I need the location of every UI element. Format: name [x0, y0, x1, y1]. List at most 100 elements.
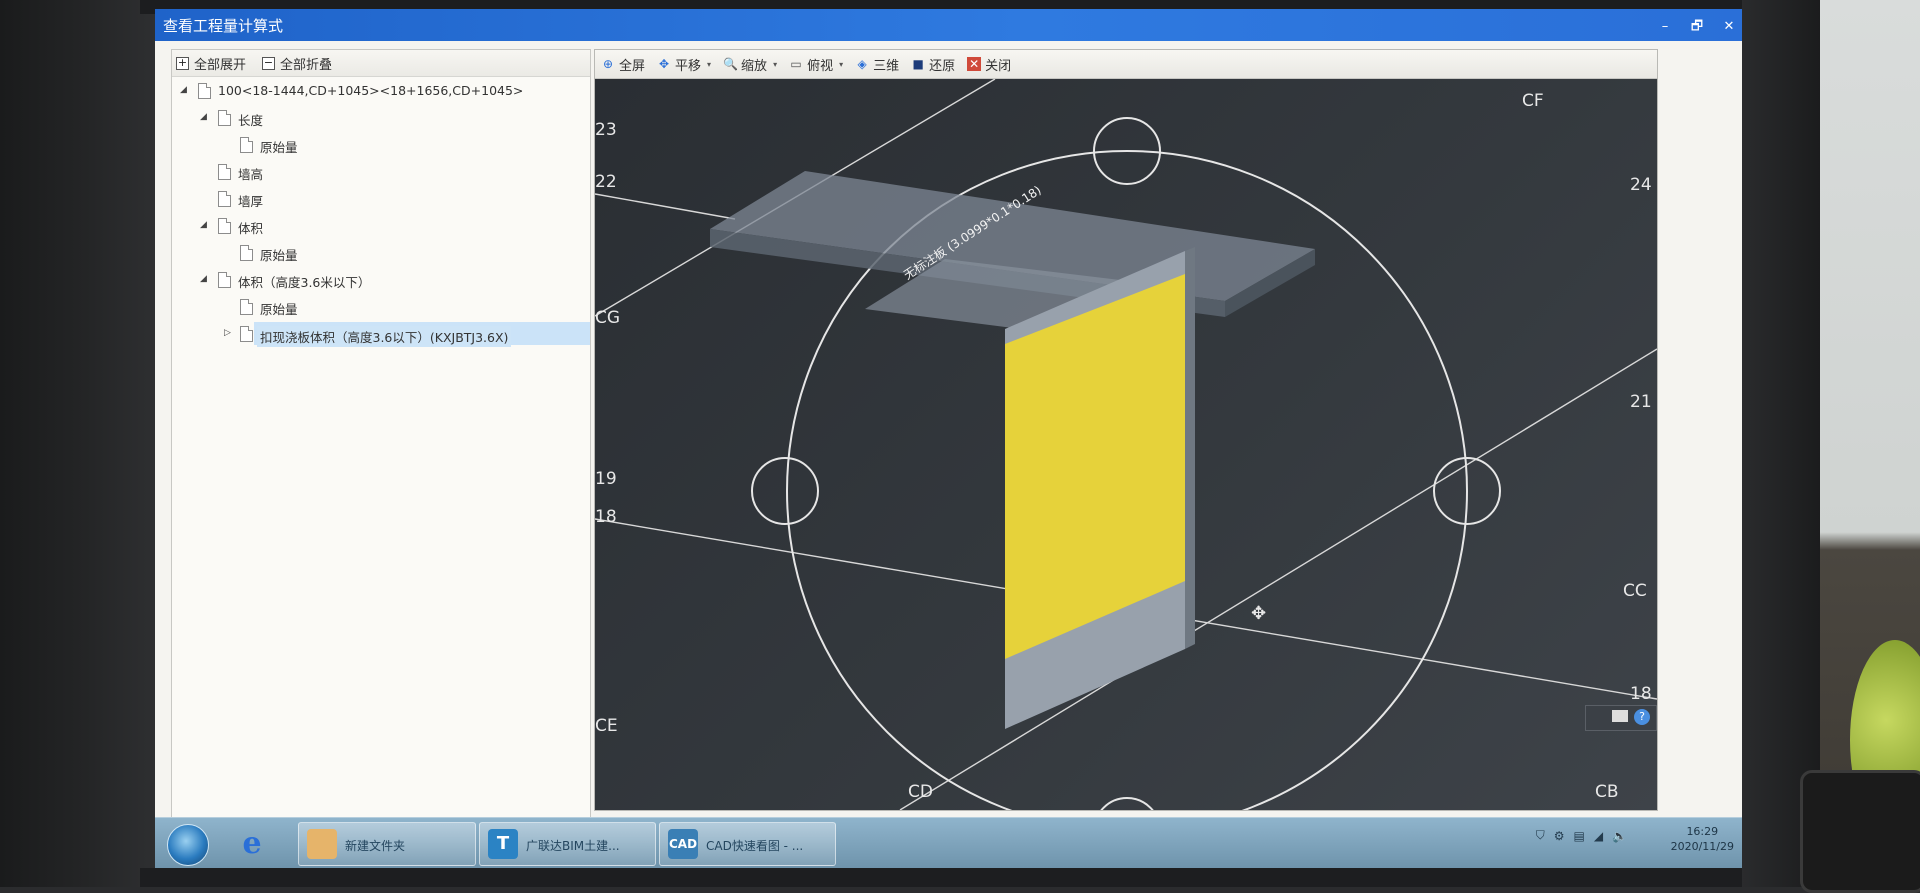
axis-label-24: 24 — [1630, 175, 1652, 195]
tree-item-original-qty[interactable]: 原始量 — [172, 294, 590, 321]
fullscreen-icon: ⊕ — [602, 57, 614, 71]
3d-label: 三维 — [873, 58, 900, 74]
monitor-bezel-right — [1742, 0, 1820, 887]
tree-item-original-qty[interactable]: 原始量 — [172, 240, 590, 267]
help-icon[interactable]: ? — [1634, 709, 1650, 725]
view-icon[interactable] — [1612, 710, 1628, 722]
tree-item-label: 原始量 — [260, 140, 298, 155]
internet-explorer-icon[interactable]: e — [235, 827, 269, 861]
document-icon — [218, 218, 231, 234]
collapse-all-button[interactable]: − 全部折叠 — [262, 54, 332, 73]
tree-item-root[interactable]: ◢ 100<18-1444,CD+1045><18+1656,CD+1045> — [172, 78, 590, 105]
collapse-arrow-icon[interactable]: ◢ — [200, 112, 207, 122]
glodon-app-icon: T — [488, 829, 518, 859]
taskbar-item-glodon[interactable]: T 广联达BIM土建... — [479, 822, 656, 866]
document-icon — [240, 326, 253, 342]
clock[interactable]: 16:29 2020/11/29 — [1671, 824, 1734, 854]
tree-item-label: 体积（高度3.6米以下） — [238, 275, 371, 290]
document-icon — [240, 137, 253, 153]
tree-item-volume-below-3-6[interactable]: ◢ 体积（高度3.6米以下） — [172, 267, 590, 294]
clock-time: 16:29 — [1686, 825, 1719, 838]
pan-button[interactable]: ✥ 平移 ▾ — [657, 55, 711, 74]
3d-button[interactable]: ◈ 三维 — [855, 55, 899, 74]
restore-label: 还原 — [929, 58, 956, 74]
tree-item-label: 100<18-1444,CD+1045><18+1656,CD+1045> — [218, 83, 524, 98]
minus-icon: − — [262, 55, 276, 70]
tree-item-original-qty[interactable]: 原始量 — [172, 132, 590, 159]
wall-edge — [1185, 247, 1195, 649]
magnifier-icon: 🔍 — [723, 57, 738, 71]
pan-icon: ✥ — [658, 57, 670, 71]
dropdown-arrow-icon[interactable]: ▾ — [773, 60, 777, 69]
cad-app-icon: CAD — [668, 829, 698, 859]
3d-scene: ✥ — [595, 79, 1657, 810]
maximize-button[interactable]: 🗗 — [1684, 19, 1710, 35]
axis-label-CC: CC — [1623, 581, 1647, 601]
top-view-icon: ▭ — [790, 57, 802, 71]
speaker-icon[interactable]: 🔈 — [1612, 829, 1627, 843]
taskbar-item-folder[interactable]: 新建文件夹 — [298, 822, 476, 866]
axis-line — [595, 193, 736, 220]
axis-label-23: 23 — [595, 120, 617, 140]
document-icon — [240, 299, 253, 315]
document-icon — [218, 164, 231, 180]
monitor-bezel-left — [0, 0, 155, 887]
axis-label-18: 18 — [1630, 684, 1652, 704]
background-device — [1800, 770, 1920, 893]
tree-item-label: 体积 — [238, 221, 264, 236]
axis-label-CE: CE — [595, 716, 618, 736]
screen: 查看工程量计算式 – 🗗 ✕ + 全部展开 − 全部折叠 ◢ 100<18-14… — [155, 9, 1742, 868]
dropdown-arrow-icon[interactable]: ▾ — [707, 60, 711, 69]
network-icon[interactable]: ⚙ — [1554, 829, 1565, 843]
signal-icon[interactable]: ◢ — [1594, 829, 1603, 843]
collapse-arrow-icon[interactable]: ◢ — [180, 85, 187, 95]
axis-label-19: 19 — [595, 469, 617, 489]
expand-all-label: 全部展开 — [194, 57, 247, 73]
orbit-handle-left[interactable] — [751, 457, 819, 525]
close-window-button[interactable]: ✕ — [1716, 19, 1742, 35]
clipboard-icon[interactable]: ▤ — [1573, 829, 1584, 843]
zoom-label: 缩放 — [741, 58, 768, 74]
collapse-arrow-icon[interactable]: ◢ — [200, 274, 207, 284]
dropdown-arrow-icon[interactable]: ▾ — [839, 60, 843, 69]
tree-item-label: 墙高 — [238, 167, 264, 182]
taskbar: e 新建文件夹 T 广联达BIM土建... CAD CAD快速看图 - ... … — [155, 817, 1742, 868]
viewer-toolbar: ⊕ 全屏 ✥ 平移 ▾ 🔍 缩放 ▾ ▭ 俯视 ▾ ◈ 三维 ■ 还原 ✕ 关闭 — [595, 50, 1657, 79]
expand-arrow-icon[interactable]: ▷ — [224, 328, 231, 338]
minimize-button[interactable]: – — [1652, 19, 1678, 35]
taskbar-item-cad-viewer[interactable]: CAD CAD快速看图 - ... — [659, 822, 836, 866]
shield-icon[interactable]: ⛉ — [1536, 828, 1545, 843]
tree-item-length[interactable]: ◢ 长度 — [172, 105, 590, 132]
axis-label-CF: CF — [1522, 91, 1544, 111]
start-button[interactable] — [167, 824, 209, 866]
tree-toolbar: + 全部展开 − 全部折叠 — [172, 50, 590, 77]
document-icon — [198, 83, 211, 99]
close-viewer-button[interactable]: ✕ 关闭 — [967, 55, 1011, 74]
fullscreen-button[interactable]: ⊕ 全屏 — [601, 55, 645, 74]
top-view-button[interactable]: ▭ 俯视 ▾ — [789, 55, 843, 74]
taskbar-item-label: CAD快速看图 - ... — [706, 839, 804, 853]
tree-item-wall-thickness[interactable]: 墙厚 — [172, 186, 590, 213]
close-label: 关闭 — [985, 58, 1012, 74]
3d-viewport[interactable]: ✥ 无标注板 (3.0999*0.1*0.18) CF CG CE CD CB … — [595, 79, 1657, 810]
document-icon — [218, 110, 231, 126]
expand-all-button[interactable]: + 全部展开 — [176, 54, 246, 73]
monitor-bezel-bottom — [140, 868, 1760, 887]
move-cursor-icon: ✥ — [1251, 603, 1266, 624]
axis-label-21: 21 — [1630, 392, 1652, 412]
calculation-tree-pane: + 全部展开 − 全部折叠 ◢ 100<18-1444,CD+1045><18+… — [171, 49, 591, 821]
tree-item-wall-height[interactable]: 墙高 — [172, 159, 590, 186]
system-tray: ⛉ ⚙ ▤ ◢ 🔈 — [1536, 828, 1627, 843]
orbit-handle-bottom[interactable] — [1094, 797, 1160, 810]
tree-item-label: 长度 — [238, 113, 264, 128]
collapse-arrow-icon[interactable]: ◢ — [200, 220, 207, 230]
clock-date: 2020/11/29 — [1670, 840, 1734, 853]
tree-item-label: 原始量 — [260, 248, 298, 263]
pan-label: 平移 — [675, 58, 702, 74]
restore-button[interactable]: ■ 还原 — [911, 55, 955, 74]
tree-item-volume[interactable]: ◢ 体积 — [172, 213, 590, 240]
tree-item-deduct-slab-volume[interactable]: ▷ 扣现浇板体积（高度3.6以下）(KXJBTJ3.6X) — [172, 321, 590, 348]
zoom-button[interactable]: 🔍 缩放 ▾ — [723, 55, 777, 74]
restore-icon: ■ — [912, 57, 924, 71]
document-icon — [240, 245, 253, 261]
